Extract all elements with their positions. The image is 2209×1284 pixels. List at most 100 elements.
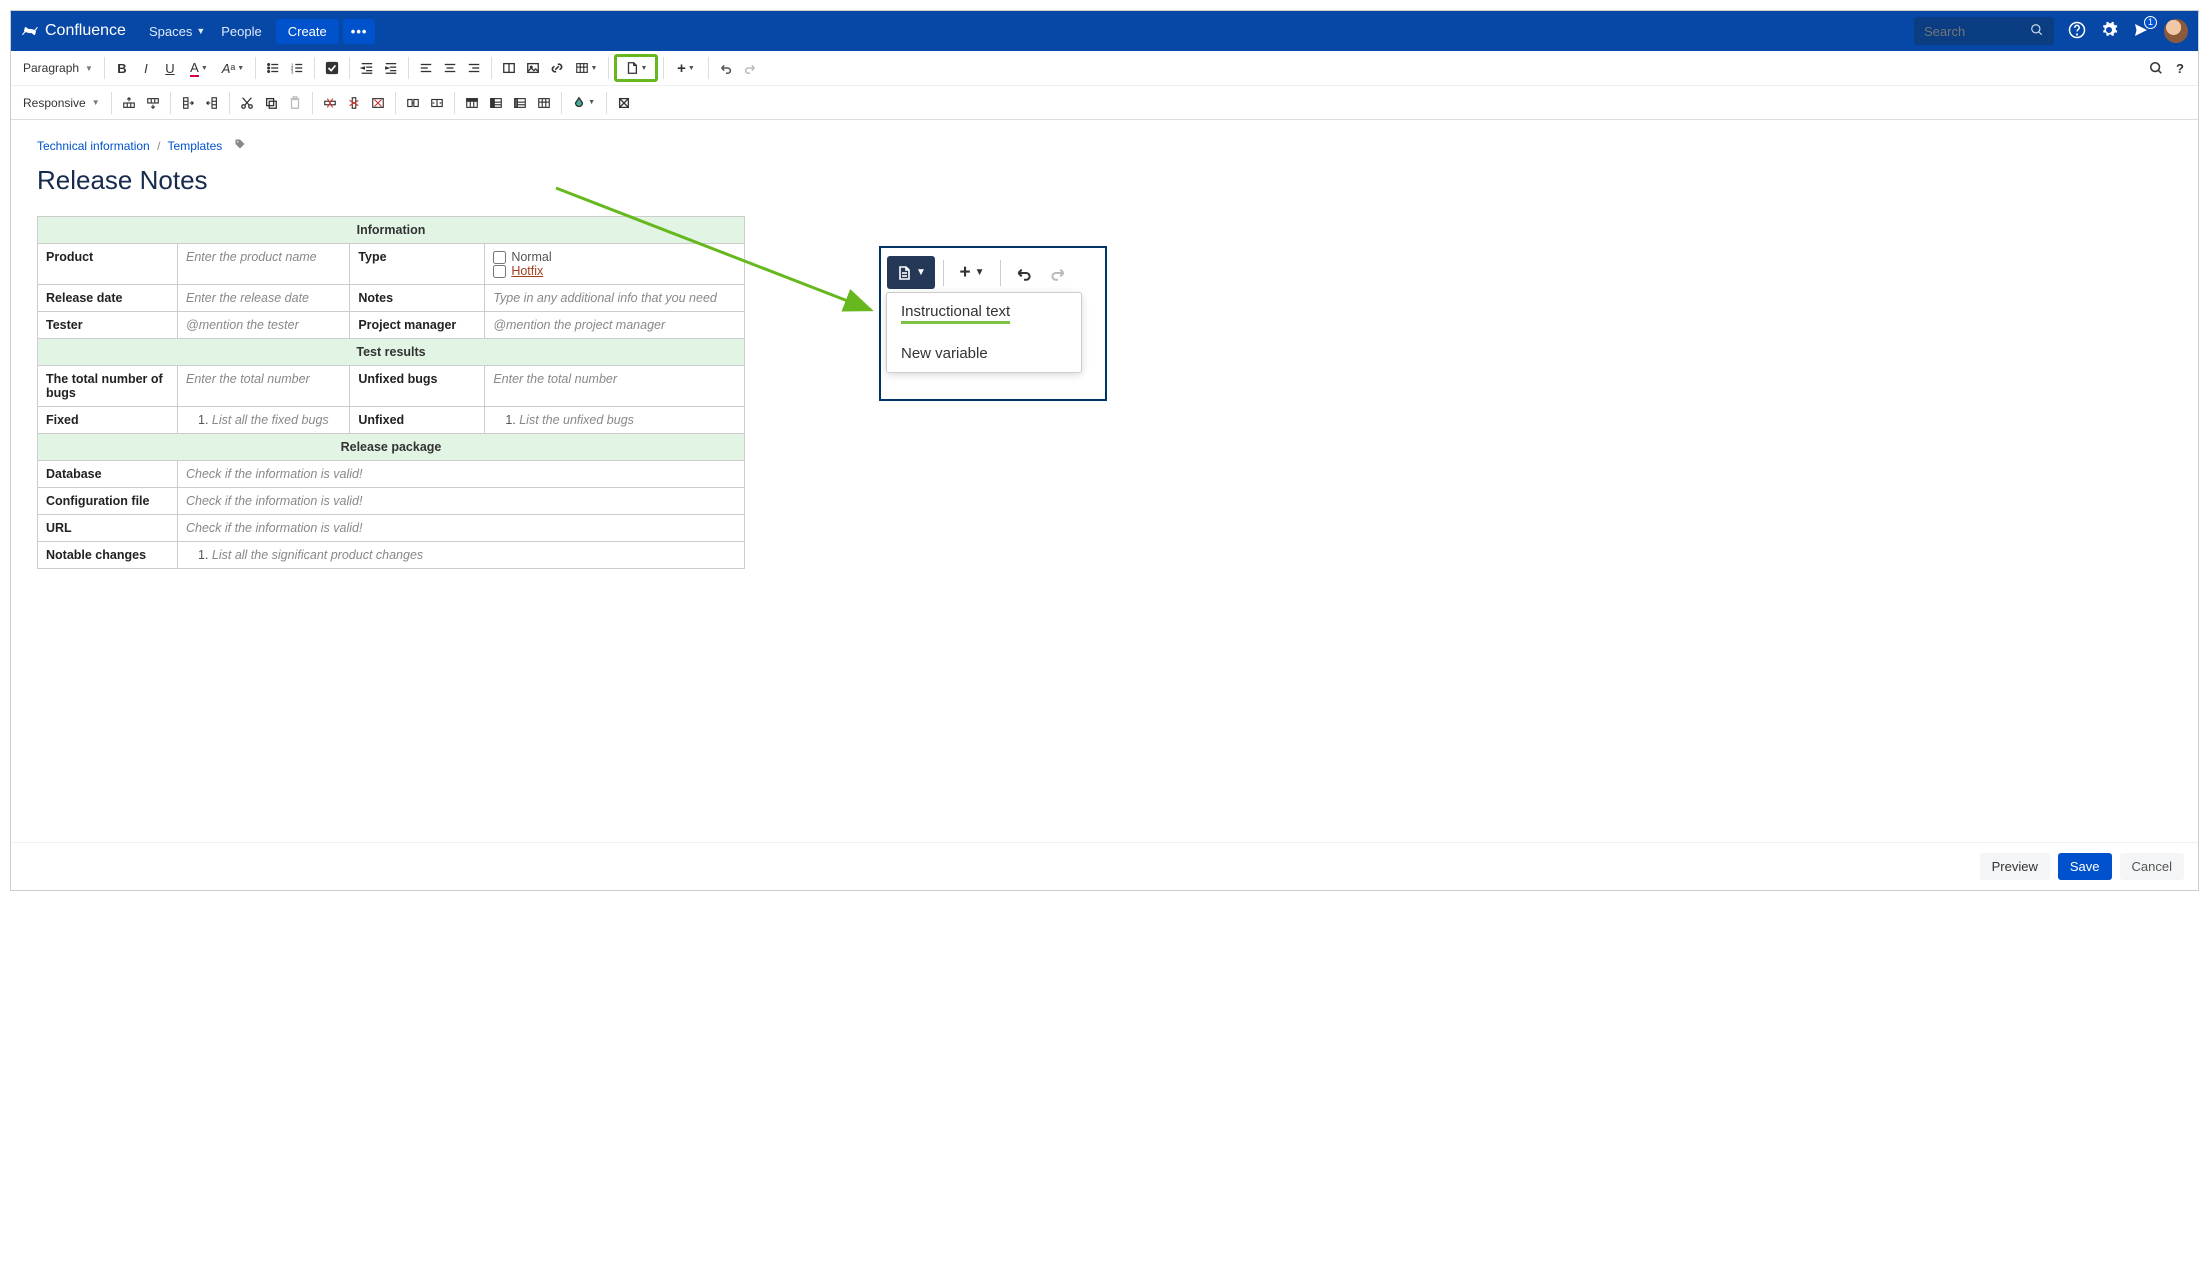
- cell-notable[interactable]: 1. List all the significant product chan…: [178, 542, 745, 569]
- delete-table-button[interactable]: [367, 92, 389, 114]
- template-dropdown: Instructional text New variable: [886, 292, 1082, 373]
- label-release-date: Release date: [38, 285, 178, 312]
- row-insert-below-button[interactable]: [142, 92, 164, 114]
- italic-button[interactable]: I: [135, 57, 157, 79]
- label-total-bugs: The total number of bugs: [38, 366, 178, 407]
- help-icon[interactable]: [2068, 21, 2086, 42]
- header-col-button[interactable]: [485, 92, 507, 114]
- dropdown-item-instructional-text[interactable]: Instructional text: [887, 293, 1081, 335]
- cut-button[interactable]: [236, 92, 258, 114]
- insert-button[interactable]: +▼: [670, 57, 702, 79]
- breadcrumb: Technical information / Templates: [11, 120, 2198, 159]
- settings-icon[interactable]: [2100, 21, 2118, 42]
- underline-button[interactable]: U: [159, 57, 181, 79]
- layout-button[interactable]: [498, 57, 520, 79]
- more-format-button[interactable]: Aᵃ▼: [217, 57, 249, 79]
- cell-type[interactable]: Normal Hotfix: [485, 244, 745, 285]
- bold-button[interactable]: B: [111, 57, 133, 79]
- page-title[interactable]: Release Notes: [11, 159, 2198, 216]
- image-button[interactable]: [522, 57, 544, 79]
- col-insert-before-button[interactable]: [201, 92, 223, 114]
- label-type: Type: [350, 244, 485, 285]
- info-table[interactable]: Information Product Enter the product na…: [37, 216, 745, 569]
- split-cells-button[interactable]: [426, 92, 448, 114]
- top-nav: Confluence Spaces▼ People Create ••• 1: [11, 11, 2198, 51]
- nav-spaces[interactable]: Spaces▼: [141, 16, 213, 47]
- more-button[interactable]: •••: [343, 19, 376, 44]
- cell-product[interactable]: Enter the product name: [178, 244, 350, 285]
- redo-button[interactable]: [739, 57, 761, 79]
- delete-col-button[interactable]: [343, 92, 365, 114]
- col-insert-after-button[interactable]: [177, 92, 199, 114]
- delete-row-button[interactable]: [319, 92, 341, 114]
- breadcrumb-link-1[interactable]: Technical information: [37, 139, 150, 153]
- align-center-button[interactable]: [439, 57, 461, 79]
- breadcrumb-link-2[interactable]: Templates: [168, 139, 223, 153]
- cell-config[interactable]: Check if the information is valid!: [178, 488, 745, 515]
- cell-unfixed-bugs[interactable]: Enter the total number: [485, 366, 745, 407]
- cancel-button[interactable]: Cancel: [2120, 853, 2184, 880]
- cell-pm[interactable]: @mention the project manager: [485, 312, 745, 339]
- header-row-button[interactable]: [461, 92, 483, 114]
- notifications-icon[interactable]: 1: [2132, 21, 2150, 42]
- label-notable: Notable changes: [38, 542, 178, 569]
- preview-button[interactable]: Preview: [1980, 853, 2050, 880]
- template-button[interactable]: ▼: [620, 57, 652, 79]
- cell-fixed[interactable]: 1. List all the fixed bugs: [178, 407, 350, 434]
- confluence-logo[interactable]: Confluence: [21, 22, 126, 40]
- paste-button[interactable]: [284, 92, 306, 114]
- outdent-button[interactable]: [356, 57, 378, 79]
- text-color-button[interactable]: A▼: [183, 57, 215, 79]
- logo-text: Confluence: [45, 22, 126, 40]
- cell-database[interactable]: Check if the information is valid!: [178, 461, 745, 488]
- callout-insert-button[interactable]: +▼: [952, 256, 992, 289]
- avatar[interactable]: [2164, 19, 2188, 43]
- cell-notes[interactable]: Type in any additional info that you nee…: [485, 285, 745, 312]
- tag-icon[interactable]: [234, 139, 246, 153]
- paragraph-select[interactable]: Paragraph▼: [17, 57, 99, 79]
- cell-color-button[interactable]: ▼: [568, 92, 600, 114]
- dropdown-item-new-variable[interactable]: New variable: [887, 335, 1081, 372]
- label-notes: Notes: [350, 285, 485, 312]
- cell-tester[interactable]: @mention the tester: [178, 312, 350, 339]
- cell-url[interactable]: Check if the information is valid!: [178, 515, 745, 542]
- numbering-col-button[interactable]: [509, 92, 531, 114]
- create-button[interactable]: Create: [276, 19, 339, 44]
- label-database: Database: [38, 461, 178, 488]
- notif-badge: 1: [2144, 16, 2157, 29]
- cell-release-date[interactable]: Enter the release date: [178, 285, 350, 312]
- checkbox-normal[interactable]: [493, 251, 506, 264]
- find-button[interactable]: [2145, 57, 2167, 79]
- save-button[interactable]: Save: [2058, 853, 2112, 880]
- align-right-button[interactable]: [463, 57, 485, 79]
- copy-button[interactable]: [260, 92, 282, 114]
- bullet-list-button[interactable]: [262, 57, 284, 79]
- help-toolbar-button[interactable]: ?: [2169, 57, 2191, 79]
- row-insert-above-button[interactable]: [118, 92, 140, 114]
- label-url: URL: [38, 515, 178, 542]
- section-release-package: Release package: [38, 434, 745, 461]
- cell-total-bugs[interactable]: Enter the total number: [178, 366, 350, 407]
- callout-undo-button[interactable]: [1009, 256, 1039, 289]
- merge-cells-button[interactable]: [402, 92, 424, 114]
- checkbox-hotfix[interactable]: [493, 265, 506, 278]
- footer-actions: Preview Save Cancel: [11, 842, 2198, 890]
- editor-toolbar: Paragraph▼ B I U A▼ Aᵃ▼ 123 ▼: [11, 51, 2198, 120]
- undo-button[interactable]: [715, 57, 737, 79]
- callout-template-button[interactable]: ▼: [887, 256, 935, 289]
- tasklist-button[interactable]: [321, 57, 343, 79]
- table-button[interactable]: ▼: [570, 57, 602, 79]
- label-pm: Project manager: [350, 312, 485, 339]
- link-button[interactable]: [546, 57, 568, 79]
- no-header-button[interactable]: [533, 92, 555, 114]
- number-list-button[interactable]: 123: [286, 57, 308, 79]
- cell-unfixed[interactable]: 1. List the unfixed bugs: [485, 407, 745, 434]
- search-input[interactable]: [1914, 17, 2054, 45]
- callout-redo-button: [1043, 256, 1073, 289]
- clear-format-button[interactable]: [613, 92, 635, 114]
- align-left-button[interactable]: [415, 57, 437, 79]
- responsive-select[interactable]: Responsive▼: [17, 92, 106, 114]
- indent-button[interactable]: [380, 57, 402, 79]
- label-product: Product: [38, 244, 178, 285]
- nav-people[interactable]: People: [213, 16, 269, 47]
